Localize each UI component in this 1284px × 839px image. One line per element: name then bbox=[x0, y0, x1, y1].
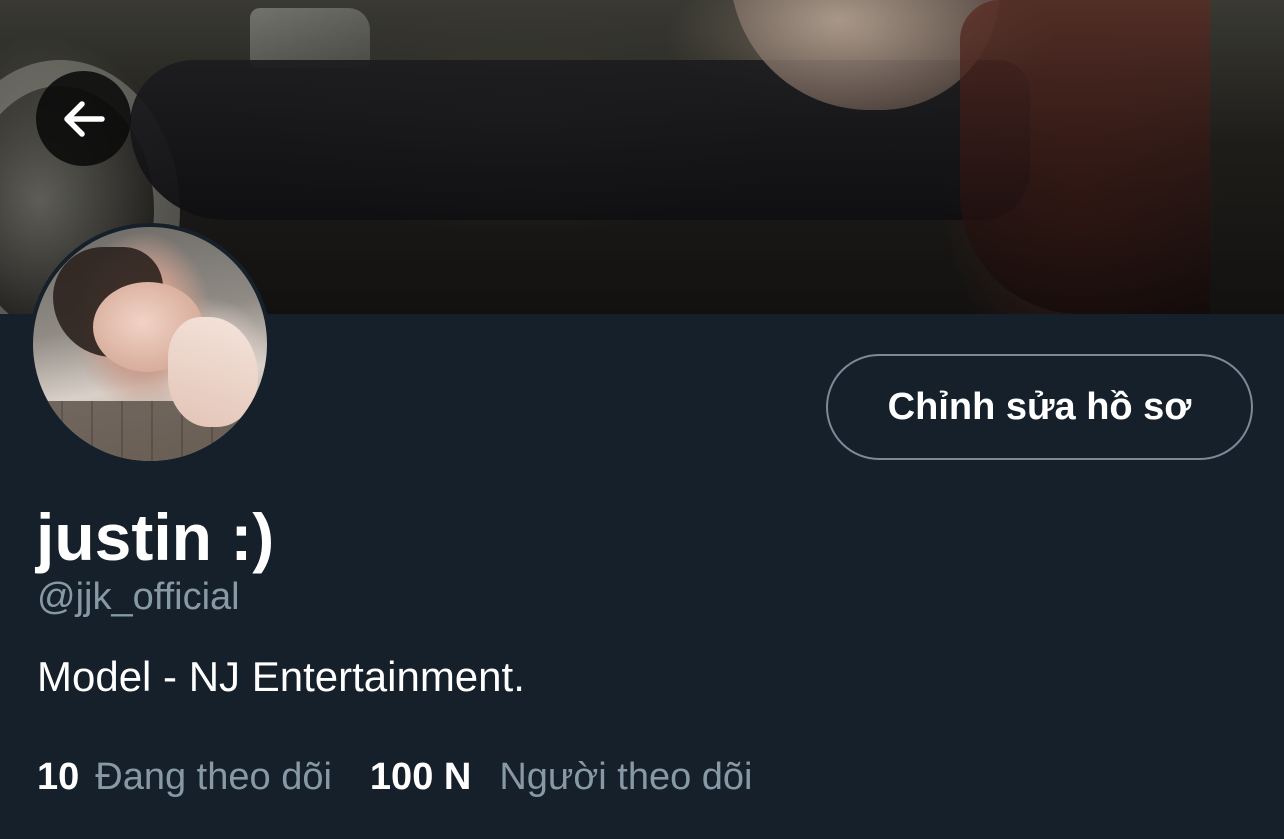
banner-car-window bbox=[250, 8, 370, 68]
back-button[interactable] bbox=[36, 71, 131, 166]
avatar[interactable] bbox=[29, 223, 271, 465]
user-handle: @jjk_official bbox=[37, 576, 240, 618]
following-count: 10 bbox=[37, 756, 80, 798]
arrow-left-icon bbox=[63, 100, 105, 137]
following-stat[interactable]: 10 Đang theo dõi bbox=[37, 753, 332, 801]
banner-hair bbox=[960, 0, 1210, 314]
followers-label: Người theo dõi bbox=[499, 756, 753, 798]
profile-stats: 10 Đang theo dõi 100 N Người theo dõi bbox=[37, 753, 753, 801]
edit-profile-button[interactable]: Chỉnh sửa hồ sơ bbox=[826, 354, 1253, 460]
avatar-photo bbox=[33, 227, 267, 461]
followers-stat[interactable]: 100 N Người theo dõi bbox=[370, 753, 753, 801]
following-label: Đang theo dõi bbox=[95, 756, 332, 798]
followers-count: 100 N bbox=[369, 756, 472, 798]
profile-bio: Model - NJ Entertainment. bbox=[37, 653, 525, 700]
avatar-photo-hand bbox=[168, 317, 258, 427]
display-name: justin :) bbox=[36, 500, 275, 574]
